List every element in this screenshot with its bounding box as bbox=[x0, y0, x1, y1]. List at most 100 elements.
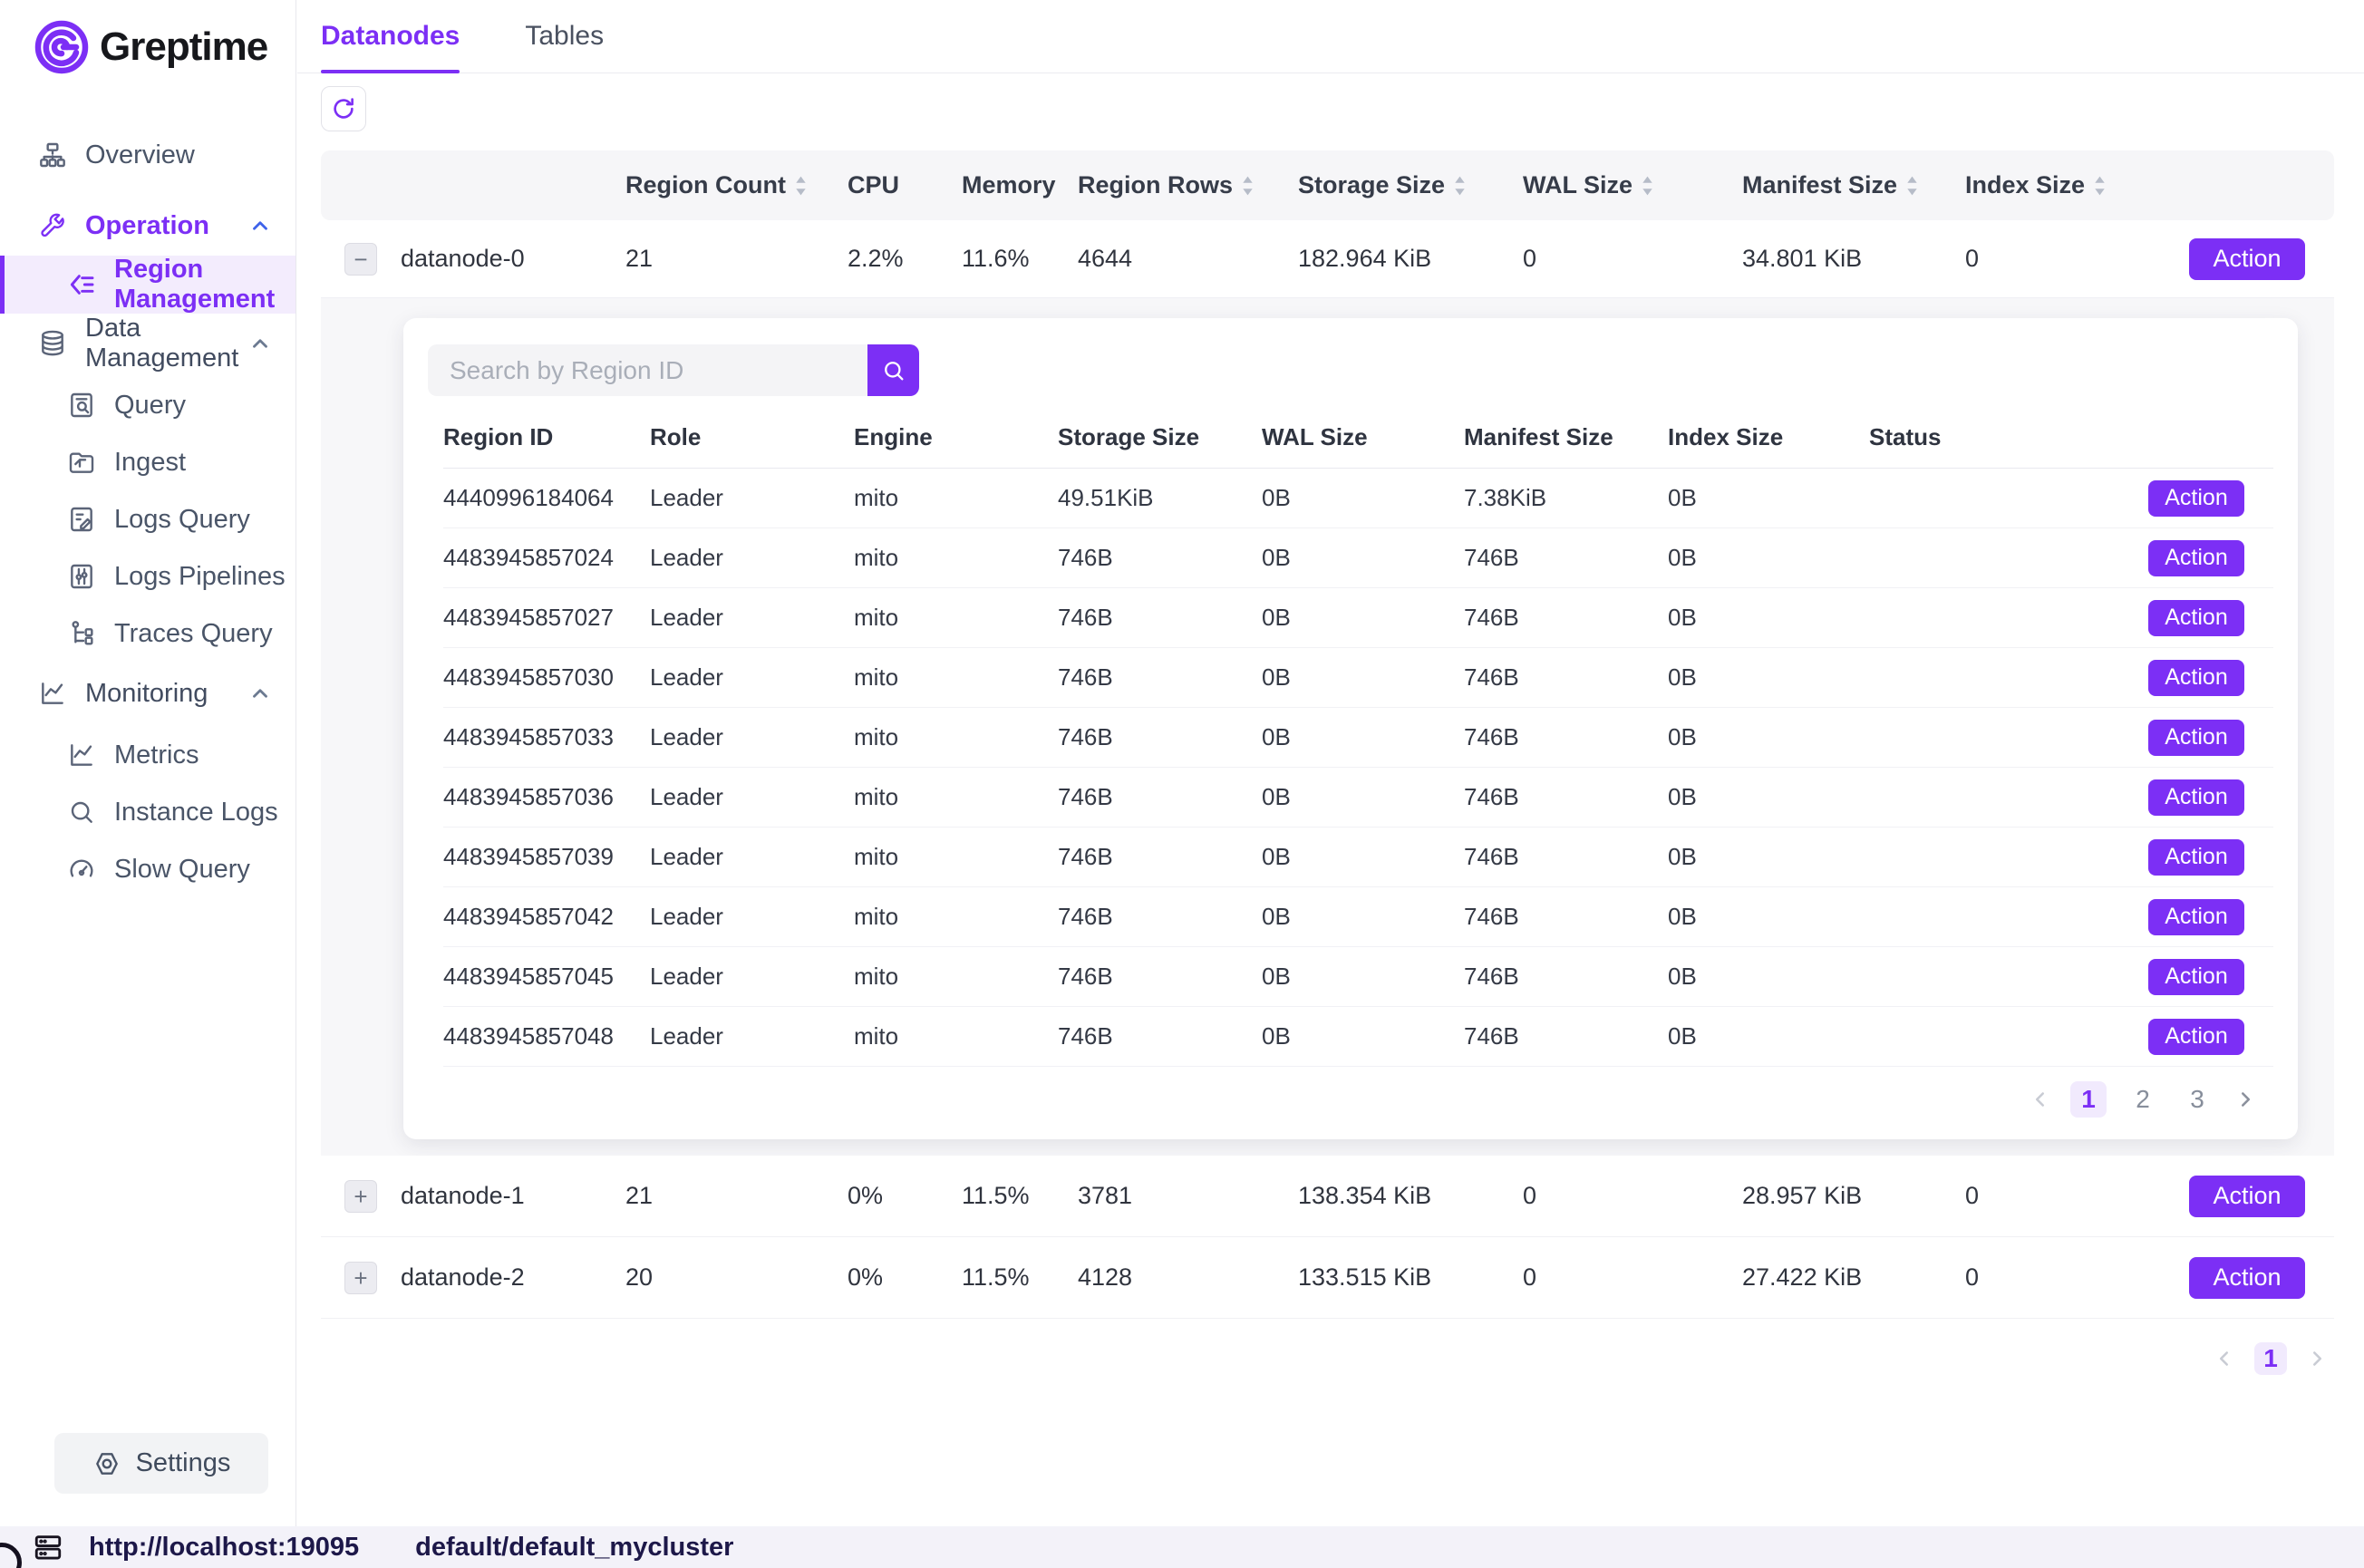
chevron-up-icon[interactable] bbox=[248, 332, 272, 355]
column-header-memory: Memory bbox=[962, 171, 1078, 199]
column-header-wal-size[interactable]: WAL Size bbox=[1523, 171, 1742, 199]
cell-index-size: 0B bbox=[1668, 963, 1869, 991]
cell-region-id: 4483945857024 bbox=[443, 544, 650, 572]
cell-role: Leader bbox=[650, 484, 854, 512]
cluster-name[interactable]: default/default_mycluster bbox=[415, 1533, 733, 1563]
pagination-next-icon[interactable] bbox=[2233, 1088, 2257, 1111]
sidebar-nav: Overview Operation Region Management Dat… bbox=[0, 134, 296, 890]
pagination-next-icon[interactable] bbox=[2305, 1347, 2329, 1370]
expand-row-button[interactable]: + bbox=[344, 1180, 377, 1213]
cell-role: Leader bbox=[650, 604, 854, 632]
cell-storage-size: 746B bbox=[1058, 843, 1262, 871]
cell-region-rows: 4128 bbox=[1078, 1263, 1298, 1292]
pagination-page-1[interactable]: 1 bbox=[2070, 1081, 2107, 1118]
cell-storage-size: 133.515 KiB bbox=[1298, 1263, 1523, 1292]
cell-wal-size: 0 bbox=[1523, 1182, 1742, 1210]
region-search-button[interactable] bbox=[867, 344, 919, 396]
pagination-prev-icon[interactable] bbox=[2213, 1347, 2236, 1370]
metrics-chart-icon bbox=[67, 740, 96, 769]
cell-engine: mito bbox=[854, 723, 1058, 751]
action-button[interactable]: Action bbox=[2148, 959, 2244, 995]
refresh-button[interactable] bbox=[321, 86, 366, 131]
pagination-page-1[interactable]: 1 bbox=[2254, 1342, 2287, 1375]
table-row-datanode-2: + datanode-2 20 0% 11.5% 4128 133.515 Ki… bbox=[321, 1237, 2334, 1319]
sidebar-section-label: Operation bbox=[85, 211, 209, 241]
cell-region-id: 4483945857045 bbox=[443, 963, 650, 991]
sidebar-item-instance-logs[interactable]: Instance Logs bbox=[0, 791, 296, 833]
sidebar-item-metrics[interactable]: Metrics bbox=[0, 734, 296, 776]
expand-row-button[interactable]: + bbox=[344, 1262, 377, 1294]
cell-engine: mito bbox=[854, 604, 1058, 632]
action-button[interactable]: Action bbox=[2189, 1176, 2305, 1217]
action-button[interactable]: Action bbox=[2148, 540, 2244, 576]
region-row: 4483945857039 Leader mito 746B 0B 746B 0… bbox=[443, 828, 2273, 887]
cell-region-id: 4483945857030 bbox=[443, 663, 650, 692]
column-header-role: Role bbox=[650, 423, 854, 451]
cell-engine: mito bbox=[854, 484, 1058, 512]
sidebar-section-monitoring[interactable]: Monitoring bbox=[0, 673, 296, 714]
chevron-up-icon[interactable] bbox=[248, 214, 272, 237]
column-header-region-count[interactable]: Region Count bbox=[625, 171, 848, 199]
sidebar-section-operation[interactable]: Operation bbox=[0, 205, 296, 247]
cell-manifest-size: 746B bbox=[1464, 604, 1668, 632]
cell-manifest-size: 7.38KiB bbox=[1464, 484, 1668, 512]
chevron-up-icon[interactable] bbox=[248, 682, 272, 705]
cell-wal-size: 0B bbox=[1262, 544, 1464, 572]
cell-wal-size: 0B bbox=[1262, 723, 1464, 751]
column-header-index-size[interactable]: Index Size bbox=[1965, 171, 2188, 199]
sidebar-section-label: Monitoring bbox=[85, 679, 208, 709]
column-header-manifest-size[interactable]: Manifest Size bbox=[1742, 171, 1965, 199]
action-button[interactable]: Action bbox=[2148, 600, 2244, 636]
cell-role: Leader bbox=[650, 544, 854, 572]
sidebar-item-slow-query[interactable]: Slow Query bbox=[0, 848, 296, 890]
column-header-region-id: Region ID bbox=[443, 423, 650, 451]
region-search-input[interactable] bbox=[428, 344, 867, 396]
wrench-icon bbox=[38, 211, 67, 240]
sort-icon[interactable] bbox=[2094, 175, 2106, 197]
chart-icon bbox=[38, 679, 67, 708]
sidebar-item-query[interactable]: Query bbox=[0, 384, 296, 426]
cell-index-size: 0B bbox=[1668, 484, 1869, 512]
sort-icon[interactable] bbox=[1454, 175, 1466, 197]
cell-region-count: 20 bbox=[625, 1263, 848, 1292]
action-button[interactable]: Action bbox=[2189, 1257, 2305, 1299]
cell-wal-size: 0B bbox=[1262, 843, 1464, 871]
sort-icon[interactable] bbox=[1906, 175, 1918, 197]
column-header-storage-size[interactable]: Storage Size bbox=[1298, 171, 1523, 199]
sidebar-item-ingest[interactable]: Ingest bbox=[0, 441, 296, 483]
sort-icon[interactable] bbox=[1242, 175, 1254, 197]
sort-icon[interactable] bbox=[1642, 175, 1653, 197]
sidebar-item-logs-query[interactable]: Logs Query bbox=[0, 498, 296, 540]
cell-index-size: 0B bbox=[1668, 843, 1869, 871]
pagination-page-2[interactable]: 2 bbox=[2125, 1081, 2161, 1118]
sidebar-item-logs-pipelines[interactable]: Logs Pipelines bbox=[0, 556, 296, 597]
sidebar-item-region-management[interactable]: Region Management bbox=[0, 256, 296, 314]
settings-button[interactable]: Settings bbox=[54, 1433, 268, 1494]
sidebar-item-traces-query[interactable]: Traces Query bbox=[0, 613, 296, 654]
sidebar-item-overview[interactable]: Overview bbox=[0, 134, 296, 176]
action-button[interactable]: Action bbox=[2148, 660, 2244, 696]
action-button[interactable]: Action bbox=[2148, 480, 2244, 517]
column-header-region-rows[interactable]: Region Rows bbox=[1078, 171, 1298, 199]
cell-manifest-size: 27.422 KiB bbox=[1742, 1263, 1965, 1292]
sidebar-section-data-management[interactable]: Data Management bbox=[0, 323, 296, 364]
action-button[interactable]: Action bbox=[2148, 839, 2244, 876]
tab-datanodes[interactable]: Datanodes bbox=[321, 0, 460, 73]
sort-icon[interactable] bbox=[795, 175, 807, 197]
cell-manifest-size: 746B bbox=[1464, 544, 1668, 572]
action-button[interactable]: Action bbox=[2148, 1019, 2244, 1055]
cell-engine: mito bbox=[854, 1022, 1058, 1050]
pagination-prev-icon[interactable] bbox=[2029, 1088, 2052, 1111]
top-tab-bar: Datanodes Tables bbox=[297, 0, 2364, 73]
server-url[interactable]: http://localhost:19095 bbox=[89, 1533, 359, 1563]
datanode-0-expanded-panel: Region ID Role Engine Storage Size WAL S… bbox=[321, 298, 2334, 1156]
sidebar-item-label: Overview bbox=[85, 140, 195, 170]
collapse-row-button[interactable]: − bbox=[344, 243, 377, 276]
action-button[interactable]: Action bbox=[2148, 779, 2244, 816]
region-row: 4483945857045 Leader mito 746B 0B 746B 0… bbox=[443, 947, 2273, 1007]
action-button[interactable]: Action bbox=[2148, 899, 2244, 935]
tab-tables[interactable]: Tables bbox=[525, 0, 604, 73]
pagination-page-3[interactable]: 3 bbox=[2179, 1081, 2215, 1118]
action-button[interactable]: Action bbox=[2189, 238, 2305, 280]
action-button[interactable]: Action bbox=[2148, 720, 2244, 756]
